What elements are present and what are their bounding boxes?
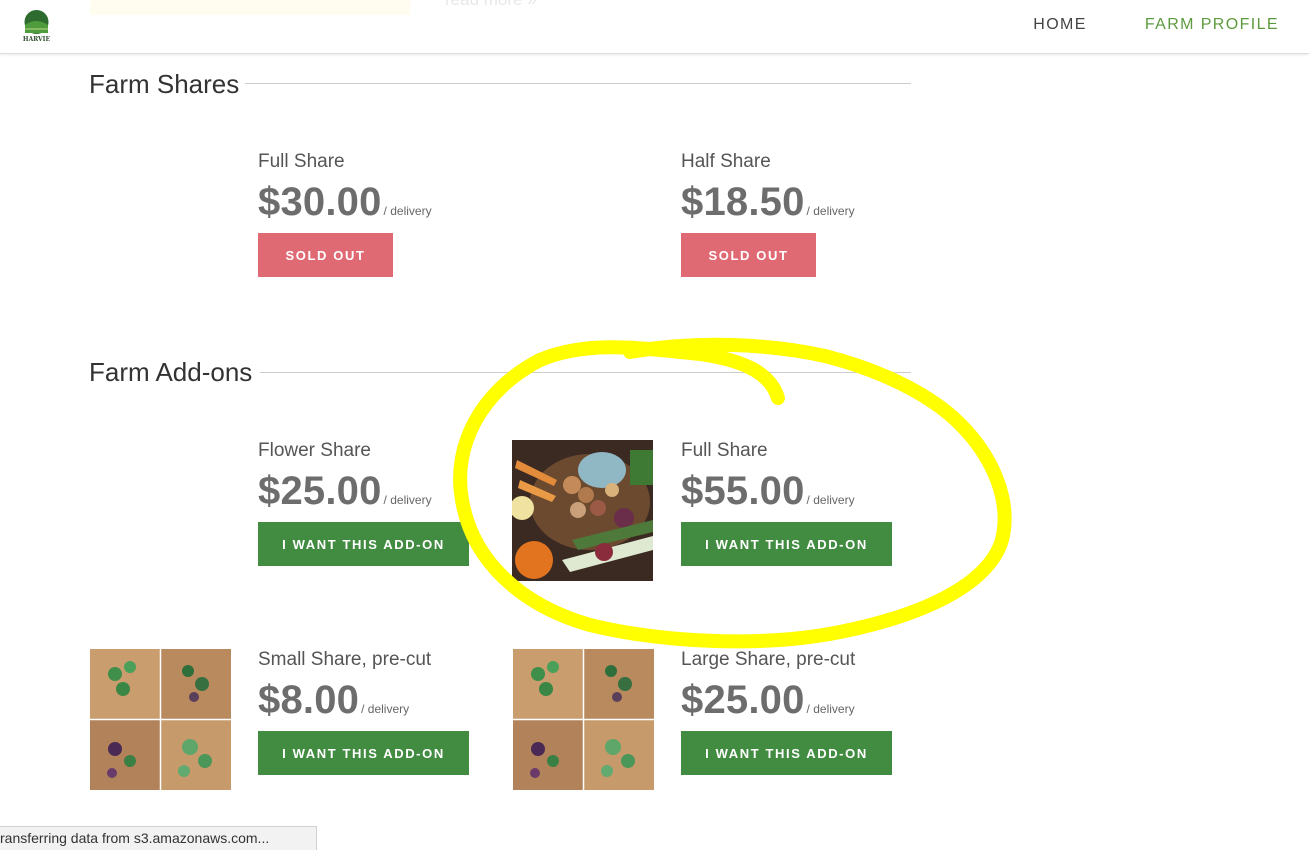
add-on-button[interactable]: I WANT THIS ADD-ON: [258, 731, 469, 775]
microgreens-image: [513, 649, 654, 790]
section-divider: [260, 372, 911, 373]
price-unit: / delivery: [383, 204, 432, 218]
addon-card-small-precut: Small Share, pre-cut $8.00 / delivery I …: [258, 649, 469, 775]
add-on-button[interactable]: I WANT THIS ADD-ON: [681, 731, 892, 775]
share-card-full: Full Share $30.00 / delivery SOLD OUT: [258, 151, 432, 277]
sold-out-button[interactable]: SOLD OUT: [258, 233, 393, 277]
price-unit: / delivery: [806, 493, 855, 507]
price-unit: / delivery: [806, 702, 855, 716]
product-price: $25.00: [681, 678, 805, 722]
farm-addons-heading: Farm Add-ons: [89, 357, 253, 387]
price-unit: / delivery: [806, 204, 855, 218]
product-name: Full Share: [681, 440, 768, 461]
product-price: $25.00: [258, 469, 382, 513]
harvie-logo[interactable]: HARVIE: [20, 9, 53, 43]
product-price: $55.00: [681, 469, 805, 513]
logo-wordmark: HARVIE: [23, 36, 51, 43]
farm-shares-heading: Farm Shares: [89, 69, 240, 99]
addon-card-large-precut: Large Share, pre-cut $25.00 / delivery I…: [681, 649, 892, 775]
price-unit: / delivery: [383, 493, 432, 507]
browser-status-bar: ransferring data from s3.amazonaws.com..…: [0, 826, 317, 850]
vegetable-basket-image: [512, 440, 653, 581]
product-name: Flower Share: [258, 440, 371, 461]
product-price: $8.00: [258, 678, 360, 722]
nav-farm-profile-link[interactable]: FARM PROFILE: [1145, 16, 1279, 34]
add-on-button[interactable]: I WANT THIS ADD-ON: [258, 522, 469, 566]
section-divider: [245, 83, 911, 84]
product-name: Half Share: [681, 151, 771, 172]
product-price: $30.00: [258, 180, 382, 224]
sold-out-button[interactable]: SOLD OUT: [681, 233, 816, 277]
share-card-half: Half Share $18.50 / delivery SOLD OUT: [681, 151, 855, 277]
main-nav: HOME FARM PROFILE: [1033, 16, 1279, 34]
product-price: $18.50: [681, 180, 805, 224]
read-more-link[interactable]: read more »: [445, 0, 537, 10]
add-on-button[interactable]: I WANT THIS ADD-ON: [681, 522, 892, 566]
microgreens-image: [90, 649, 231, 790]
product-name: Large Share, pre-cut: [681, 649, 856, 670]
product-name: Small Share, pre-cut: [258, 649, 432, 670]
product-name: Full Share: [258, 151, 345, 172]
nav-home-link[interactable]: HOME: [1033, 16, 1087, 34]
partial-banner: [90, 0, 410, 15]
price-unit: / delivery: [361, 702, 410, 716]
addon-card-full-share: Full Share $55.00 / delivery I WANT THIS…: [681, 440, 892, 566]
addon-card-flower: Flower Share $25.00 / delivery I WANT TH…: [258, 440, 469, 566]
